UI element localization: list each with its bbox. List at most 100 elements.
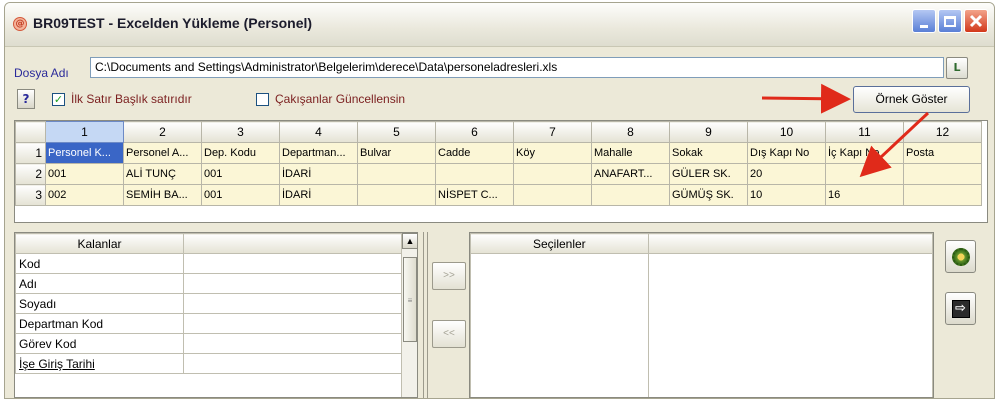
table-cell[interactable] <box>435 163 514 185</box>
table-cell[interactable]: GÜLER SK. <box>669 163 748 185</box>
table-cell[interactable] <box>591 184 670 206</box>
list-item[interactable]: Görev Kod <box>15 333 402 354</box>
table-cell[interactable]: 10 <box>747 184 826 206</box>
run-button[interactable] <box>945 240 976 273</box>
table-cell[interactable]: 001 <box>45 163 124 185</box>
vertical-scrollbar[interactable]: ▲ ≡ <box>401 233 417 397</box>
table-cell[interactable]: Dış Kapı No <box>747 142 826 164</box>
table-cell[interactable]: NİSPET C... <box>435 184 514 206</box>
table-cell[interactable]: 20 <box>747 163 826 185</box>
splitter-handle[interactable] <box>423 232 428 398</box>
table-cell[interactable]: Dep. Kodu <box>201 142 280 164</box>
exit-button[interactable]: ⇨ <box>945 292 976 325</box>
gear-icon <box>951 247 970 266</box>
list-item[interactable]: İşe Giriş Tarihi <box>15 353 402 374</box>
remaining-fields-table: Kalanlar Kod Adı Soyadı Departman Kod Gö… <box>15 233 402 374</box>
selected-fields-list[interactable]: Seçilenler <box>469 232 934 398</box>
table-cell[interactable]: SEMİH BA... <box>123 184 202 206</box>
grid-corner <box>15 121 46 143</box>
row-number: 3 <box>15 184 46 206</box>
close-button[interactable] <box>964 9 988 33</box>
table-cell[interactable]: Cadde <box>435 142 514 164</box>
minimize-button[interactable] <box>912 9 936 33</box>
file-path-input[interactable]: C:\Documents and Settings\Administrator\… <box>90 57 944 78</box>
list-item[interactable]: Adı <box>15 273 402 294</box>
table-cell[interactable] <box>903 163 982 185</box>
table-cell[interactable]: Sokak <box>669 142 748 164</box>
window-title: BR09TEST - Excelden Yükleme (Personel) <box>33 15 313 31</box>
list-item-label: Adı <box>15 273 184 294</box>
remove-field-button[interactable]: << <box>432 320 466 348</box>
table-cell[interactable]: İDARİ <box>279 163 358 185</box>
table-cell[interactable] <box>903 184 982 206</box>
table-cell[interactable] <box>825 163 904 185</box>
list-item-label: Görev Kod <box>15 333 184 354</box>
list-item[interactable]: Soyadı <box>15 293 402 314</box>
list-item[interactable]: Kod <box>15 253 402 274</box>
excel-preview-grid[interactable]: 1 2 3 4 5 6 7 8 9 10 11 12 1 Personel K.… <box>14 120 988 223</box>
table-cell[interactable]: 002 <box>45 184 124 206</box>
help-button[interactable]: ? <box>17 89 35 109</box>
table-cell[interactable]: 001 <box>201 163 280 185</box>
row-number: 2 <box>15 163 46 185</box>
selected-header-row: Seçilenler <box>470 233 933 254</box>
selected-header-blank <box>647 233 933 254</box>
column-header[interactable]: 5 <box>357 121 436 143</box>
column-header[interactable]: 7 <box>513 121 592 143</box>
table-cell[interactable]: ANAFART... <box>591 163 670 185</box>
remaining-header-blank <box>183 233 402 254</box>
table-row[interactable]: 2 001 ALİ TUNÇ 001 İDARİ ANAFART... GÜLE… <box>15 163 982 185</box>
table-cell[interactable]: İDARİ <box>279 184 358 206</box>
remaining-fields-list[interactable]: Kalanlar Kod Adı Soyadı Departman Kod Gö… <box>14 232 418 398</box>
table-row[interactable]: 3 002 SEMİH BA... 001 İDARİ NİSPET C... … <box>15 184 982 206</box>
checkbox-unchecked-icon <box>256 92 269 106</box>
column-header[interactable]: 3 <box>201 121 280 143</box>
browse-button[interactable]: L <box>946 57 968 79</box>
table-cell[interactable]: GÜMÜŞ SK. <box>669 184 748 206</box>
first-row-header-checkbox[interactable]: ✓ İlk Satır Başlık satırıdır <box>52 92 192 106</box>
table-cell[interactable]: Personel A... <box>123 142 202 164</box>
column-header[interactable]: 11 <box>825 121 904 143</box>
exit-icon: ⇨ <box>951 299 970 318</box>
checkbox-checked-icon: ✓ <box>52 92 65 106</box>
overwrite-checkbox[interactable]: Çakışanlar Güncellensin <box>256 92 405 106</box>
column-header[interactable]: 9 <box>669 121 748 143</box>
column-header[interactable]: 6 <box>435 121 514 143</box>
table-cell[interactable]: 16 <box>825 184 904 206</box>
column-header[interactable]: 10 <box>747 121 826 143</box>
column-header[interactable]: 2 <box>123 121 202 143</box>
list-item-label: İşe Giriş Tarihi <box>15 353 184 374</box>
maximize-button[interactable] <box>938 9 962 33</box>
column-header[interactable]: 8 <box>591 121 670 143</box>
list-item-label: Soyadı <box>15 293 184 314</box>
table-cell[interactable]: Personel K... <box>45 142 124 164</box>
maximize-icon <box>944 15 956 27</box>
close-icon <box>969 14 983 28</box>
table-cell[interactable]: Departman... <box>279 142 358 164</box>
table-cell[interactable]: ALİ TUNÇ <box>123 163 202 185</box>
list-item-label: Departman Kod <box>15 313 184 334</box>
table-cell[interactable] <box>513 184 592 206</box>
scroll-up-icon[interactable]: ▲ <box>402 233 417 249</box>
column-header[interactable]: 4 <box>279 121 358 143</box>
preview-button[interactable]: Örnek Göster <box>853 86 970 113</box>
list-item[interactable]: Departman Kod <box>15 313 402 334</box>
title-bar[interactable]: @ BR09TEST - Excelden Yükleme (Personel) <box>5 3 994 47</box>
column-header[interactable]: 1 <box>45 121 124 143</box>
table-cell[interactable]: Köy <box>513 142 592 164</box>
remaining-header-row: Kalanlar <box>15 233 402 254</box>
selected-fields-table: Seçilenler <box>470 233 933 397</box>
column-header[interactable]: 12 <box>903 121 982 143</box>
table-cell[interactable]: Posta <box>903 142 982 164</box>
add-field-button[interactable]: >> <box>432 262 466 290</box>
table-cell[interactable] <box>357 184 436 206</box>
table-row[interactable]: 1 Personel K... Personel A... Dep. Kodu … <box>15 142 982 164</box>
table-cell[interactable]: Mahalle <box>591 142 670 164</box>
table-cell[interactable]: 001 <box>201 184 280 206</box>
table-cell[interactable] <box>513 163 592 185</box>
table-cell[interactable]: İç Kapı No <box>825 142 904 164</box>
minimize-icon <box>920 24 928 28</box>
table-cell[interactable] <box>357 163 436 185</box>
table-cell[interactable]: Bulvar <box>357 142 436 164</box>
scroll-thumb[interactable]: ≡ <box>403 257 417 342</box>
